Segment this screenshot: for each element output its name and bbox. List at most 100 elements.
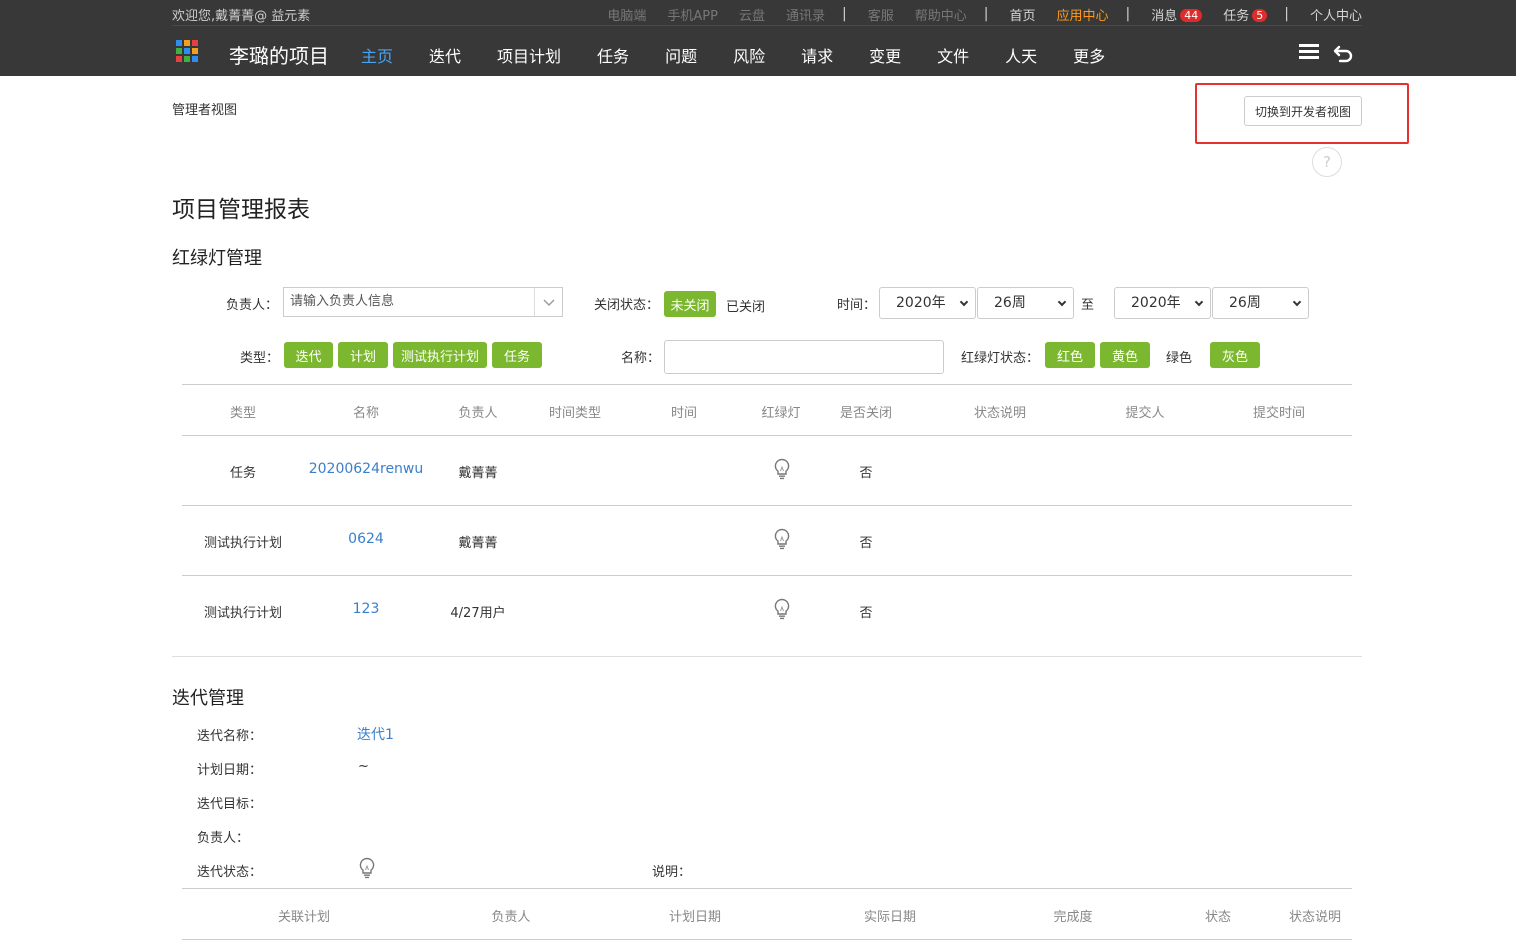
project-title[interactable]: 李璐的项目 (229, 40, 329, 69)
nav-issues[interactable]: 问题 (665, 43, 697, 67)
year-to-value: 2020年 (1131, 295, 1181, 311)
link-contacts[interactable]: 通讯录 (786, 5, 825, 24)
link-messages[interactable]: 消息 44 (1151, 5, 1203, 24)
chevron-down-icon (1057, 297, 1067, 307)
traffic-light-section-title: 红绿灯管理 (172, 248, 262, 269)
week-from-select[interactable]: 26周 (977, 287, 1074, 319)
name-filter-input[interactable] (664, 340, 944, 374)
iteration-table-header-border (182, 939, 1352, 940)
row-name-link[interactable]: 123 (296, 601, 436, 617)
welcome-text: 欢迎您,戴菁菁@ 益元素 (172, 9, 311, 24)
nav-man-days[interactable]: 人天 (1005, 43, 1037, 67)
tasks-label: 任务 (1223, 8, 1250, 24)
year-from-select[interactable]: 2020年 (879, 287, 976, 319)
close-status-closed-option[interactable]: 已关闭 (726, 296, 765, 315)
row-name-link[interactable]: 0624 (296, 531, 436, 547)
plan-date-label: 计划日期： (197, 763, 263, 778)
nav-requests[interactable]: 请求 (801, 43, 833, 67)
chevron-down-icon (1292, 297, 1302, 307)
link-personal-center[interactable]: 个人中心 (1310, 5, 1362, 24)
iter-column-header-completion: 完成度 (1053, 910, 1093, 925)
page-title: 项目管理报表 (172, 197, 310, 223)
light-tag-red[interactable]: 红色 (1045, 342, 1095, 368)
top-links: 电脑端 手机APP 云盘 通讯录 | 客服 帮助中心 | 首页 应用中心 | 消… (586, 5, 1362, 24)
link-desktop[interactable]: 电脑端 (607, 5, 646, 24)
chevron-down-icon (959, 297, 969, 307)
iter-column-header-plan-date: 计划日期 (668, 910, 721, 925)
column-header-name: 名称 (352, 406, 379, 421)
light-tag-yellow[interactable]: 黄色 (1100, 342, 1150, 368)
column-header-owner: 负责人 (458, 406, 498, 421)
nav-home[interactable]: 主页 (361, 43, 393, 67)
table-top-border (182, 384, 1352, 385)
row-owner: 戴菁菁 (458, 466, 498, 481)
link-cloud-disk[interactable]: 云盘 (739, 5, 765, 24)
iteration-status-label: 迭代状态： (197, 865, 263, 880)
chevron-down-icon[interactable] (534, 288, 562, 316)
iteration-section-title: 迭代管理 (172, 688, 244, 709)
nav-more[interactable]: 更多 (1073, 43, 1105, 67)
iteration-desc-label: 说明： (652, 865, 692, 880)
table-header-border (182, 435, 1352, 436)
iteration-name-link[interactable]: 迭代1 (357, 724, 394, 744)
light-tag-gray[interactable]: 灰色 (1210, 342, 1260, 368)
apps-dot (184, 56, 190, 62)
nav-iteration[interactable]: 迭代 (429, 43, 461, 67)
row-type: 任务 (229, 466, 256, 481)
row-owner: 戴菁菁 (458, 536, 498, 551)
row-type: 测试执行计划 (203, 606, 282, 621)
type-tag-iteration[interactable]: 迭代 (284, 342, 333, 368)
separator: | (1125, 6, 1131, 22)
light-option-green[interactable]: 绿色 (1166, 347, 1192, 366)
week-from-value: 26周 (994, 295, 1026, 311)
owner-combobox-placeholder: 请输入负责人信息 (290, 294, 395, 309)
week-to-select[interactable]: 26周 (1212, 287, 1309, 319)
switch-developer-view-button[interactable]: 切换到开发者视图 (1244, 96, 1362, 126)
close-status-open-tag[interactable]: 未关闭 (664, 291, 716, 317)
year-to-select[interactable]: 2020年 (1114, 287, 1211, 319)
column-header-submitter: 提交人 (1125, 406, 1165, 421)
link-app-center[interactable]: 应用中心 (1057, 5, 1109, 24)
hamburger-menu-icon[interactable] (1299, 44, 1319, 60)
week-to-value: 26周 (1229, 295, 1261, 311)
column-header-submit-time: 提交时间 (1252, 406, 1305, 421)
apps-dot (176, 48, 182, 54)
row-divider (182, 505, 1352, 506)
link-customer-service[interactable]: 客服 (868, 5, 894, 24)
link-help-center[interactable]: 帮助中心 (915, 5, 967, 24)
close-status-label: 关闭状态： (594, 298, 660, 313)
nav-tasks[interactable]: 任务 (597, 43, 629, 67)
separator: | (842, 6, 847, 22)
row-closed: 否 (859, 466, 873, 481)
apps-dot (184, 40, 190, 46)
column-header-time: 时间 (670, 406, 697, 421)
column-header-traffic-light: 红绿灯 (761, 406, 801, 421)
link-mobile-app[interactable]: 手机APP (667, 5, 718, 24)
type-tag-task[interactable]: 任务 (492, 342, 542, 368)
column-header-status-desc: 状态说明 (973, 406, 1026, 421)
row-closed: 否 (859, 536, 873, 551)
apps-dot (192, 48, 198, 54)
apps-grid-icon[interactable] (176, 40, 198, 62)
help-icon[interactable]: ? (1312, 147, 1342, 177)
owner-combobox[interactable]: 请输入负责人信息 (283, 287, 563, 317)
time-label: 时间： (837, 298, 877, 313)
nav-files[interactable]: 文件 (937, 43, 969, 67)
nav-changes[interactable]: 变更 (869, 43, 901, 67)
type-tag-test-execution-plan[interactable]: 测试执行计划 (393, 342, 487, 368)
messages-badge: 44 (1180, 8, 1203, 22)
nav-project-plan[interactable]: 项目计划 (497, 43, 561, 67)
section-divider (172, 656, 1362, 657)
row-name-link[interactable]: 20200624renwu (296, 461, 436, 477)
link-home[interactable]: 首页 (1009, 5, 1035, 24)
link-tasks[interactable]: 任务 5 (1223, 5, 1268, 24)
view-label: 管理者视图 (172, 103, 238, 118)
apps-dot (184, 48, 190, 54)
type-tag-plan[interactable]: 计划 (338, 342, 388, 368)
iteration-name-label: 迭代名称： (197, 729, 263, 744)
iteration-owner-label: 负责人： (197, 831, 250, 846)
nav-risks[interactable]: 风险 (733, 43, 765, 67)
iter-column-header-actual-date: 实际日期 (863, 910, 916, 925)
messages-label: 消息 (1151, 8, 1178, 24)
back-arrow-icon[interactable] (1333, 42, 1355, 64)
